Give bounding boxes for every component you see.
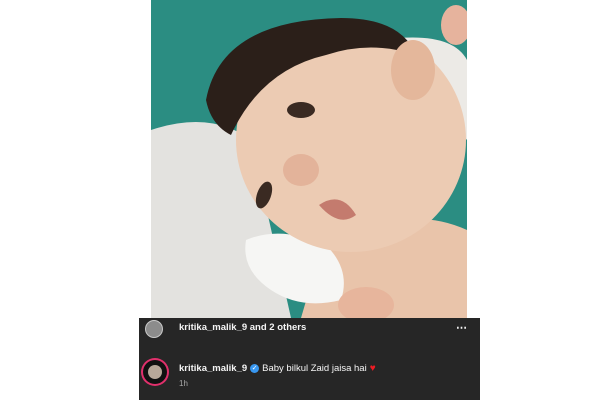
post-image[interactable]: [151, 0, 467, 318]
comment-panel: kritika_malik_9 and 2 others ⋯ kritika_m…: [139, 318, 480, 400]
comment-timestamp: 1h: [179, 379, 188, 388]
commenter-avatar[interactable]: [143, 360, 167, 384]
comment-username[interactable]: kritika_malik_9: [179, 363, 247, 374]
heart-icon: ♥: [369, 363, 376, 374]
comment-text: Baby bilkul Zaid jaisa hai: [262, 363, 367, 374]
more-options-icon[interactable]: ⋯: [456, 321, 468, 334]
comment: kritika_malik_9 ✓ Baby bilkul Zaid jaisa…: [179, 363, 376, 374]
liker-avatar[interactable]: [145, 320, 163, 338]
verified-badge-icon: ✓: [250, 364, 260, 373]
likes-text[interactable]: kritika_malik_9 and 2 others: [179, 322, 306, 333]
likes-row: kritika_malik_9 and 2 others ⋯: [139, 318, 480, 340]
baby-photo: [151, 0, 467, 318]
